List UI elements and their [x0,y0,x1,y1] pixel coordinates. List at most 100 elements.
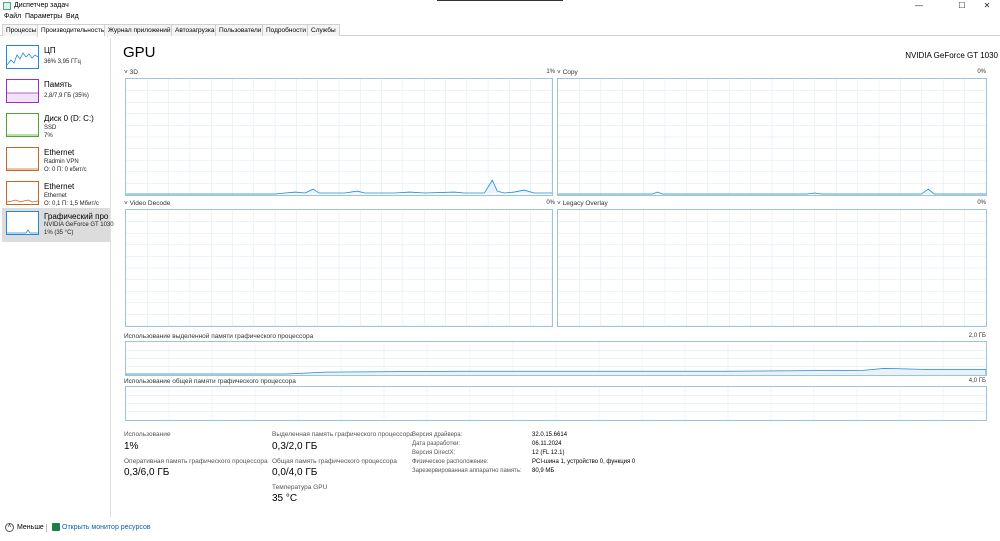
physical-location-key: Физическое расположение: [412,459,489,465]
tab-processes[interactable]: Процессы [2,24,41,36]
sidebar-cpu-name: ЦП [44,46,56,55]
engine-3d-name: 3D [129,69,138,76]
sidebar-disk-line1: SSD [44,125,57,131]
engine-legacy-overlay-label[interactable]: ˅ Legacy Overlay [557,200,608,207]
reserved-memory-value: 80,9 МБ [532,468,555,474]
sidebar-item-ethernet-vpn[interactable]: Ethernet Radmin VPN О: 0 П: 0 кбит/с [2,144,110,178]
sidebar-gpu-line2: 1% (35 °C) [44,230,74,236]
engine-copy-name: Copy [562,69,578,76]
shared-memory-chart-label: Использование общей памяти графического … [124,378,296,385]
ethernet-sparkline [6,181,39,205]
directx-version-value: 12 (FL 12.1) [532,450,565,456]
driver-date-key: Дата разработки: [412,441,461,447]
engine-video-decode-chart [125,209,553,327]
menu-view[interactable]: Вид [66,13,79,20]
sidebar-memory-line1: 2,8/7,9 ГБ (35%) [44,93,89,99]
sidebar-disk-line2: 7% [44,133,53,139]
tab-bar: Процессы Производительность Журнал прило… [0,23,1000,37]
tab-performance[interactable]: Производительность [37,24,109,37]
gpu-model-name: NVIDIA GeForce GT 1030 [905,51,998,60]
dedicated-memory-chart-max: 2,0 ГБ [968,333,986,339]
title-bar: Диспетчер задач — ☐ ✕ [0,0,1000,12]
gpu-panel: GPU NVIDIA GeForce GT 1030 ˅ 3D 1% ˅ Cop… [112,38,1000,518]
tab-details[interactable]: Подробности [262,24,310,36]
sidebar-item-gpu[interactable]: Графический про NVIDIA GeForce GT 1030 1… [2,208,114,242]
engine-copy-chart [557,78,987,196]
physical-location-value: PCI-шина 1, устройство 0, функция 0 [532,459,636,465]
directx-version-key: Версия DirectX: [412,450,456,456]
sidebar-memory-name: Память [44,80,72,89]
dedicated-memory-chart [125,341,987,376]
menu-options[interactable]: Параметры [25,13,62,20]
close-button[interactable]: ✕ [976,0,998,12]
disk-sparkline [6,113,39,137]
minimize-button[interactable]: — [908,0,930,12]
sidebar-cpu-line1: 36% 3,95 ГГц [44,59,81,65]
title-drag-indicator [437,0,563,1]
engine-video-decode-percent: 0% [546,200,555,206]
cpu-sparkline [6,45,39,69]
shared-memory-label: Общая память графического процессора [272,458,397,465]
gpu-ram-label: Оперативная память графического процессо… [124,458,268,465]
sidebar-gpu-line1: NVIDIA GeForce GT 1030 [44,222,114,228]
tab-services[interactable]: Службы [307,24,340,36]
sidebar-disk-name: Диск 0 (D: C:) [44,114,94,123]
shared-memory-chart-max: 4,0 ГБ [968,378,986,384]
sidebar-item-ethernet[interactable]: Ethernet Ethernet О: 0,1 П: 1,5 Мбит/с [2,178,110,212]
sidebar-ethernet-name: Ethernet [44,182,75,191]
resource-monitor-icon [52,523,60,531]
open-resource-monitor-link[interactable]: Открыть монитор ресурсов [62,524,151,531]
task-manager-icon [3,2,11,10]
dedicated-memory-chart-label: Использование выделенной памяти графичес… [124,333,314,340]
gpu-temperature-value: 35 °C [272,493,298,504]
engine-copy-graph [558,79,986,195]
engine-legacy-overlay-percent: 0% [977,200,986,206]
engine-legacy-overlay-chart [557,209,987,327]
engine-video-decode-name: Video Decode [129,200,171,207]
driver-version-value: 32.0.15.6614 [532,432,568,438]
tab-app-history[interactable]: Журнал приложений [104,24,175,36]
resource-sidebar: ЦП 36% 3,95 ГГц Память 2,8/7,9 ГБ (35%) … [0,38,114,517]
sidebar-ethernet-vpn-line2: О: 0 П: 0 кбит/с [44,167,87,173]
sidebar-ethernet-line1: Ethernet [44,193,67,199]
fewer-details-button[interactable]: Меньше [17,524,44,531]
sidebar-item-cpu[interactable]: ЦП 36% 3,95 ГГц [2,42,110,76]
menu-file[interactable]: Файл [4,13,21,20]
shared-memory-graph [126,387,986,420]
gpu-ram-value: 0,3/6,0 ГБ [124,467,170,478]
tab-users[interactable]: Пользователи [215,24,266,36]
sidebar-ethernet-vpn-line1: Radmin VPN [44,159,79,165]
sidebar-item-memory[interactable]: Память 2,8/7,9 ГБ (35%) [2,76,110,110]
dedicated-memory-label: Выделенная память графического процессор… [272,431,414,438]
sidebar-item-disk[interactable]: Диск 0 (D: C:) SSD 7% [2,110,110,144]
sidebar-gpu-name: Графический про [44,212,109,221]
engine-3d-graph [126,79,552,195]
gpu-sparkline [6,211,39,235]
engine-3d-chart [125,78,553,196]
usage-label: Использование [124,431,171,438]
memory-sparkline [6,79,39,103]
engine-3d-percent: 1% [546,69,555,75]
chevron-up-icon[interactable]: ˄ [5,523,14,532]
engine-video-decode-label[interactable]: ˅ Video Decode [124,200,170,207]
shared-memory-chart [125,386,987,421]
engine-3d-label[interactable]: ˅ 3D [124,69,138,76]
engine-legacy-overlay-name: Legacy Overlay [562,200,608,207]
reserved-memory-key: Зарезервированная аппаратно память: [412,468,522,474]
shared-memory-value: 0,0/4,0 ГБ [272,467,318,478]
sidebar-ethernet-vpn-name: Ethernet [44,148,75,157]
footer-divider [46,524,47,532]
driver-version-key: Версия драйвера: [412,432,463,438]
engine-video-decode-graph [126,210,552,326]
window-title: Диспетчер задач [14,2,69,9]
tab-startup[interactable]: Автозагрузка [171,24,219,36]
engine-legacy-overlay-graph [558,210,986,326]
sidebar-ethernet-line2: О: 0,1 П: 1,5 Мбит/с [44,201,99,207]
engine-copy-label[interactable]: ˅ Copy [557,69,578,76]
maximize-button[interactable]: ☐ [951,0,973,12]
ethernet-vpn-sparkline [6,147,39,171]
dedicated-memory-graph [126,342,986,375]
engine-copy-percent: 0% [977,69,986,75]
menu-bar: Файл Параметры Вид [0,12,1000,23]
dedicated-memory-value: 0,3/2,0 ГБ [272,441,318,452]
